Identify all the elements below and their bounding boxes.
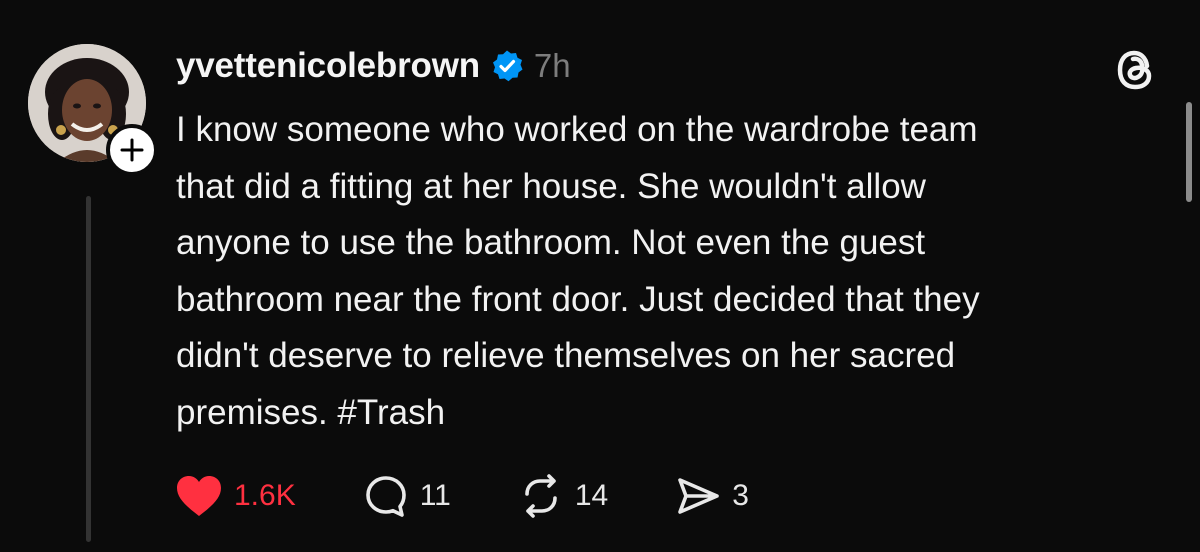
- like-button[interactable]: 1.6K: [174, 473, 296, 519]
- repost-icon: [525, 474, 557, 518]
- plus-icon: [120, 138, 144, 162]
- threads-post: yvettenicolebrown 7h I know someone who …: [0, 0, 1200, 552]
- follow-button[interactable]: [106, 124, 158, 176]
- comment-bubble-icon: [365, 476, 406, 517]
- repost-count: 14: [574, 479, 609, 512]
- post-header: yvettenicolebrown 7h: [176, 40, 571, 92]
- repost-button[interactable]: 14: [517, 472, 608, 520]
- heart-filled-icon: [177, 476, 221, 516]
- post-text: I know someone who worked on the wardrob…: [176, 110, 980, 432]
- verified-badge-icon: [490, 49, 524, 83]
- thread-line: [86, 196, 91, 542]
- timestamp: 7h: [533, 47, 571, 84]
- username[interactable]: yvettenicolebrown: [176, 46, 480, 86]
- send-icon: [678, 478, 720, 514]
- action-bar: 1.6K 11 14 3: [174, 470, 749, 522]
- share-button[interactable]: 3: [674, 472, 749, 520]
- threads-logo-icon[interactable]: [1112, 46, 1160, 94]
- avatar-container[interactable]: [28, 44, 158, 176]
- comment-count: 11: [419, 479, 451, 512]
- comment-button[interactable]: 11: [362, 472, 451, 520]
- like-count: 1.6K: [234, 479, 296, 512]
- scrollbar[interactable]: [1186, 102, 1192, 202]
- share-count: 3: [732, 479, 749, 512]
